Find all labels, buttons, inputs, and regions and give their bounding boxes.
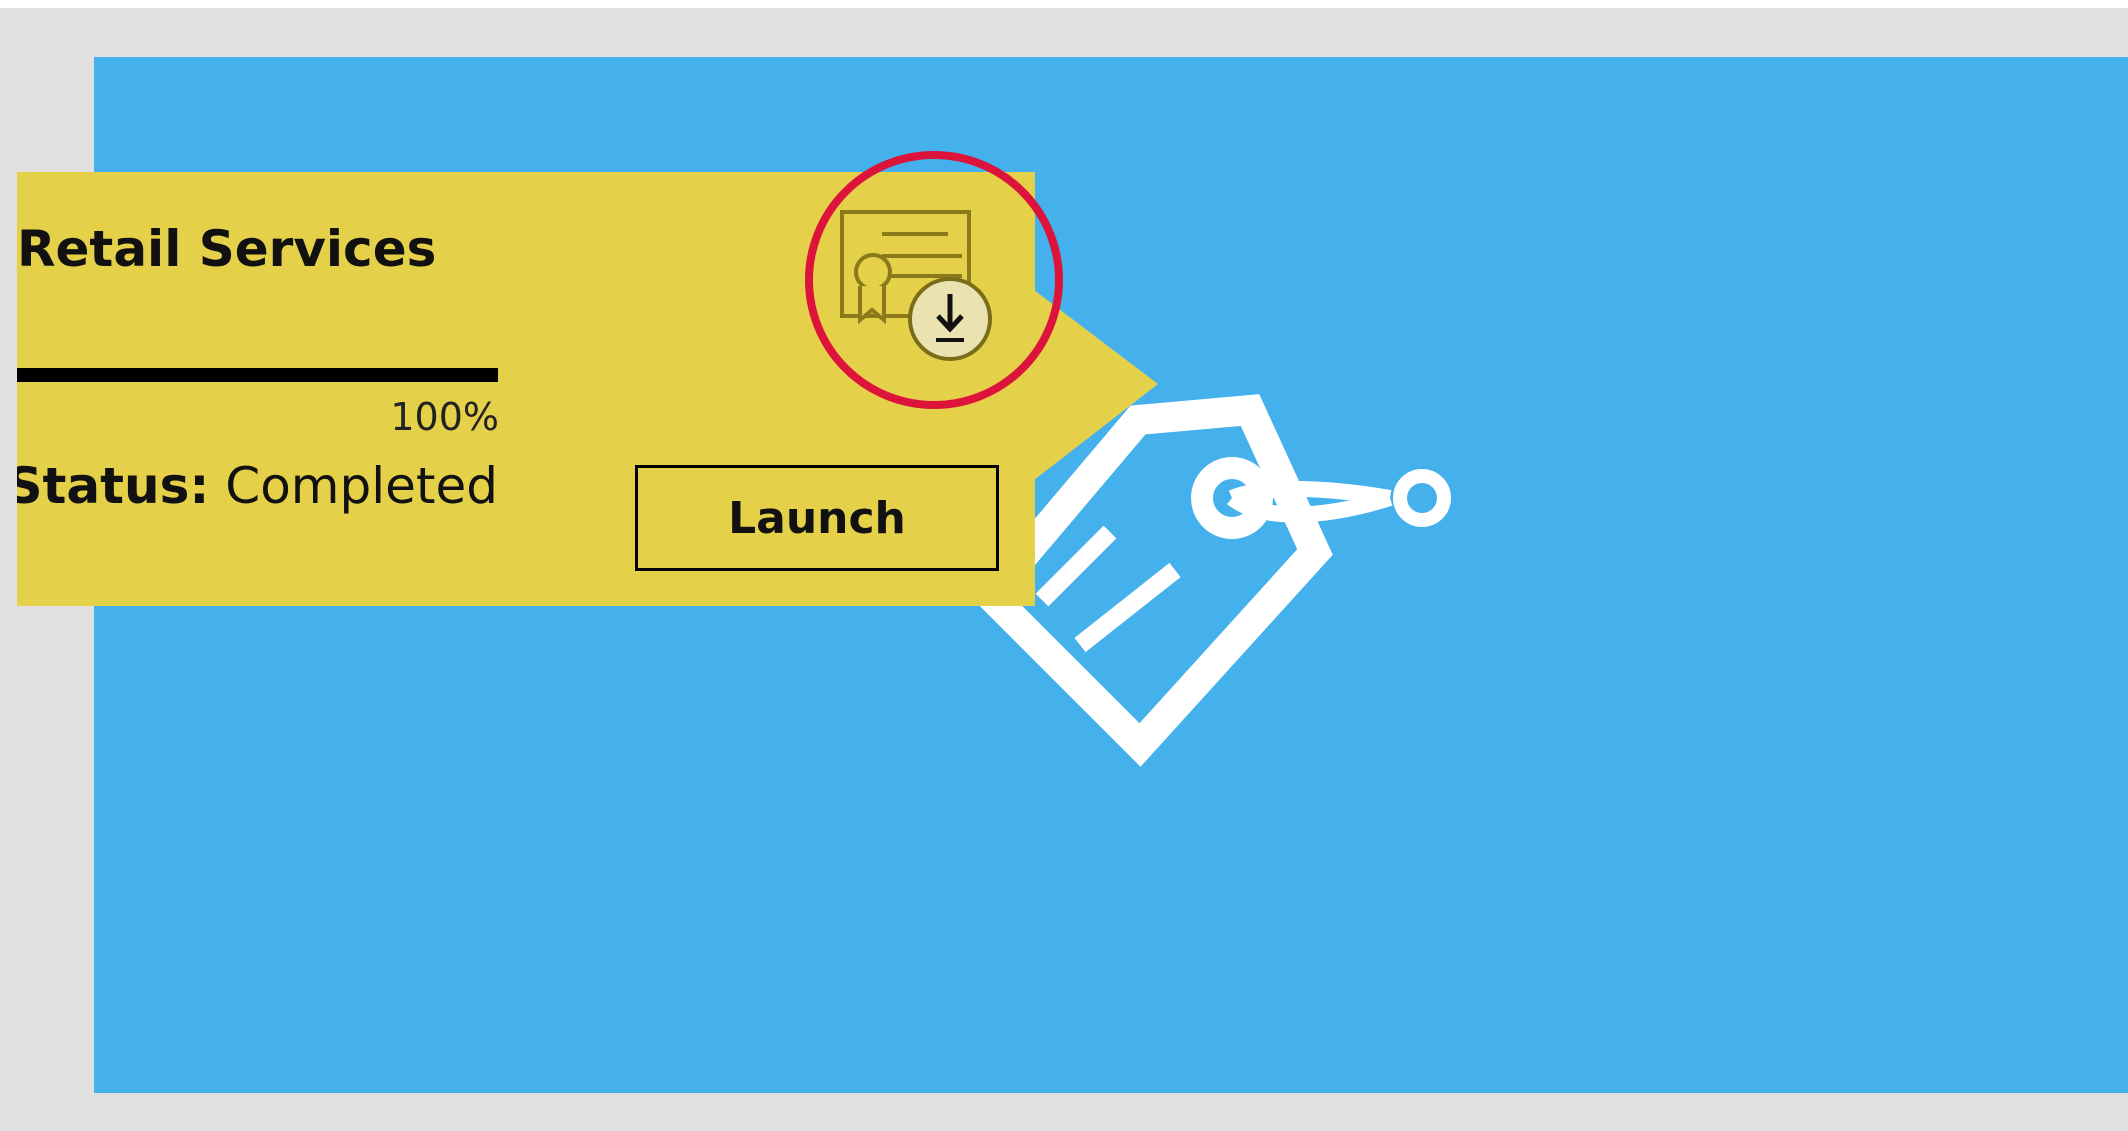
progress-bar-fill [17, 368, 498, 382]
status-value: Completed [225, 457, 498, 515]
progress-bar [17, 368, 498, 382]
top-edge [0, 0, 2128, 8]
course-status: Status: Completed [17, 454, 498, 518]
certificate-download-icon[interactable] [820, 192, 1020, 392]
card-pointer [1034, 290, 1158, 480]
launch-button[interactable]: Launch [635, 465, 999, 571]
course-title: Retail Services [17, 220, 437, 278]
progress-percent: 100% [390, 395, 499, 439]
status-label: Status: [17, 457, 210, 515]
